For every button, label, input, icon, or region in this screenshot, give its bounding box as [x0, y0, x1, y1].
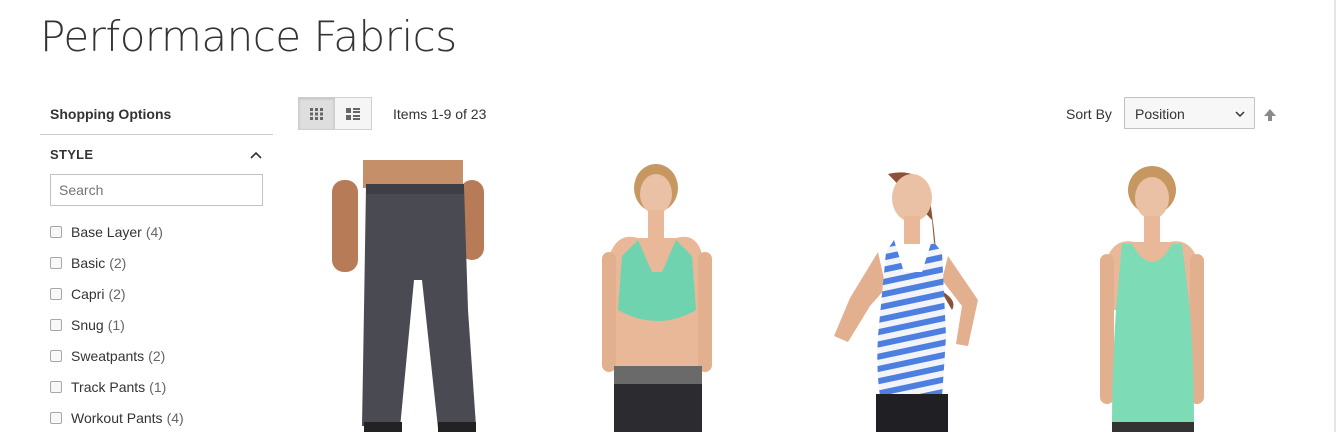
filter-option-count: (4)	[145, 223, 163, 240]
product-item[interactable]	[588, 160, 788, 432]
arrow-up-icon[interactable]	[1262, 107, 1278, 123]
filter-options-list: Base Layer (4) Basic (2) Capri (2) Snug …	[40, 216, 273, 432]
shopping-options-title: Shopping Options	[40, 96, 273, 135]
filter-style-header[interactable]: STYLE	[40, 135, 273, 170]
checkbox[interactable]	[50, 411, 62, 424]
filter-option[interactable]: Sweatpants (2)	[50, 340, 273, 371]
grid-view-button[interactable]	[298, 97, 335, 130]
sort-by-value: Position	[1135, 106, 1185, 122]
view-mode-switcher	[298, 97, 372, 130]
filter-option[interactable]: Snug (1)	[50, 309, 273, 340]
checkbox[interactable]	[50, 318, 62, 331]
filter-search-input[interactable]	[50, 174, 263, 206]
checkbox[interactable]	[50, 287, 62, 300]
list-icon	[346, 107, 360, 120]
toolbar-amount: Items 1-9 of 23	[393, 106, 487, 122]
men-sweatpants-photo[interactable]	[318, 160, 518, 432]
page-title: Performance Fabrics	[40, 12, 457, 61]
product-item[interactable]	[808, 160, 1008, 432]
filter-style-label: STYLE	[50, 147, 94, 162]
checkbox[interactable]	[50, 349, 62, 362]
product-item[interactable]	[1078, 160, 1278, 432]
chevron-down-icon	[1235, 111, 1245, 118]
filter-option[interactable]: Basic (2)	[50, 247, 273, 278]
filter-option-label: Base Layer	[71, 223, 142, 240]
filter-option[interactable]: Base Layer (4)	[50, 216, 273, 247]
checkbox[interactable]	[50, 225, 62, 238]
filter-option-label: Basic	[71, 254, 106, 271]
women-tank-photo[interactable]	[1078, 160, 1278, 432]
grid-icon	[309, 107, 323, 120]
filter-option-count: (2)	[109, 254, 127, 271]
women-bra-photo[interactable]	[588, 160, 788, 432]
filter-option[interactable]: Capri (2)	[50, 278, 273, 309]
list-view-button[interactable]	[335, 97, 372, 130]
filter-option-label: Snug	[71, 316, 104, 333]
checkbox[interactable]	[50, 256, 62, 269]
sort-by-select[interactable]: Position	[1124, 97, 1255, 129]
products-toolbar: Items 1-9 of 23 Sort By Position	[298, 97, 1288, 131]
sort-by-label: Sort By	[1066, 106, 1112, 122]
filter-option[interactable]: Track Pants (1)	[50, 371, 273, 402]
filter-option-label: Sweatpants	[71, 347, 145, 364]
filter-option-count: (4)	[166, 409, 184, 426]
filter-option-count: (2)	[108, 285, 126, 302]
filter-option-label: Track Pants	[71, 378, 146, 395]
women-striped-tank-photo[interactable]	[808, 160, 1008, 432]
checkbox[interactable]	[50, 380, 62, 393]
product-grid	[298, 160, 1288, 432]
filter-option-label: Workout Pants	[71, 409, 163, 426]
filter-option-count: (1)	[107, 316, 125, 333]
product-item[interactable]	[318, 160, 518, 432]
filter-option-count: (1)	[149, 378, 167, 395]
filter-option-count: (2)	[148, 347, 166, 364]
sidebar: Shopping Options STYLE Base Layer (4) Ba…	[40, 96, 273, 432]
chevron-up-icon[interactable]	[249, 148, 263, 162]
filter-option-label: Capri	[71, 285, 105, 302]
filter-option[interactable]: Workout Pants (4)	[50, 402, 273, 432]
